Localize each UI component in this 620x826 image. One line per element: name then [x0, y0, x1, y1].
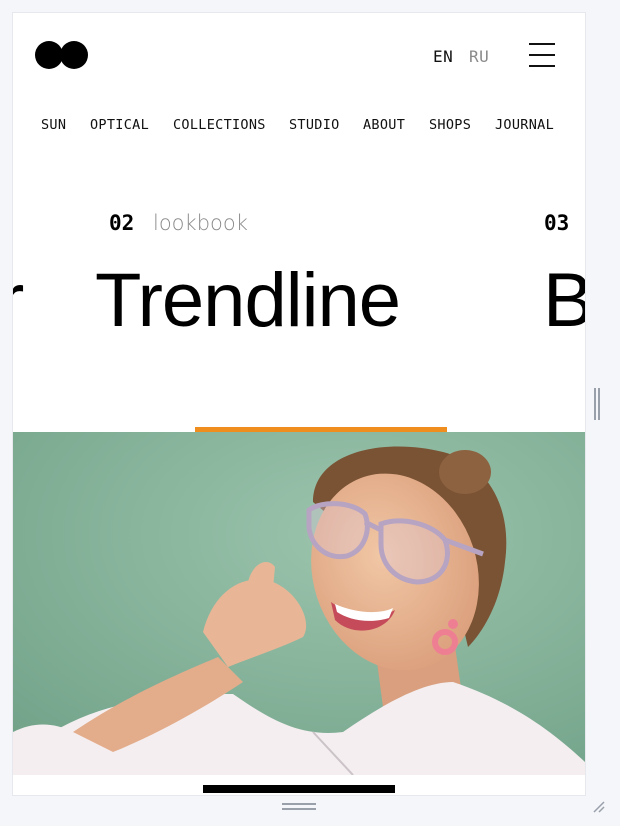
lookbook-slider[interactable]: r 02 lookbook Trendline 03 B — [13, 203, 585, 453]
site-header: EN RU — [13, 13, 585, 103]
nav-item-collections[interactable]: COLLECTIONS — [173, 117, 266, 133]
nav-item-sun[interactable]: SUN — [41, 117, 66, 133]
nav-item-shops[interactable]: SHOPS — [429, 117, 471, 133]
horizontal-resize-handle[interactable] — [282, 803, 316, 811]
hamburger-line — [529, 43, 555, 45]
slide-tag: lookbook — [153, 211, 248, 235]
nav-item-studio[interactable]: STUDIO — [289, 117, 340, 133]
nav-item-about[interactable]: ABOUT — [363, 117, 405, 133]
logo-right-dot — [60, 41, 88, 69]
prev-slide-title[interactable]: r — [13, 263, 24, 339]
hamburger-menu-icon[interactable] — [529, 43, 555, 67]
grip-line — [282, 803, 316, 805]
slide-number: 02 — [109, 211, 135, 235]
browser-viewport: EN RU SUN OPTICAL COLLECTIONS STUDIO ABO… — [13, 13, 585, 795]
nav-item-optical[interactable]: OPTICAL — [90, 117, 149, 133]
resize-corner-icon[interactable] — [590, 798, 606, 814]
lookbook-photo[interactable] — [13, 432, 585, 775]
two-dots-logo[interactable] — [35, 41, 89, 69]
language-en[interactable]: EN — [433, 47, 453, 66]
scroll-indicator-bar — [203, 785, 395, 793]
grip-line — [594, 388, 596, 420]
hamburger-line — [529, 54, 555, 56]
woman-with-glasses-image — [13, 432, 585, 775]
nav-item-journal[interactable]: JOURNAL — [495, 117, 554, 133]
grip-line — [282, 808, 316, 810]
logo-left-dot — [35, 41, 63, 69]
next-slide-number: 03 — [544, 211, 570, 235]
grip-line — [598, 388, 600, 420]
slide-title[interactable]: Trendline — [95, 263, 401, 339]
next-slide-title[interactable]: B — [543, 263, 585, 339]
main-nav: SUN OPTICAL COLLECTIONS STUDIO ABOUT SHO… — [13, 117, 585, 137]
language-ru[interactable]: RU — [469, 47, 489, 66]
hamburger-line — [529, 65, 555, 67]
vertical-scrollbar-handle[interactable] — [593, 388, 601, 420]
